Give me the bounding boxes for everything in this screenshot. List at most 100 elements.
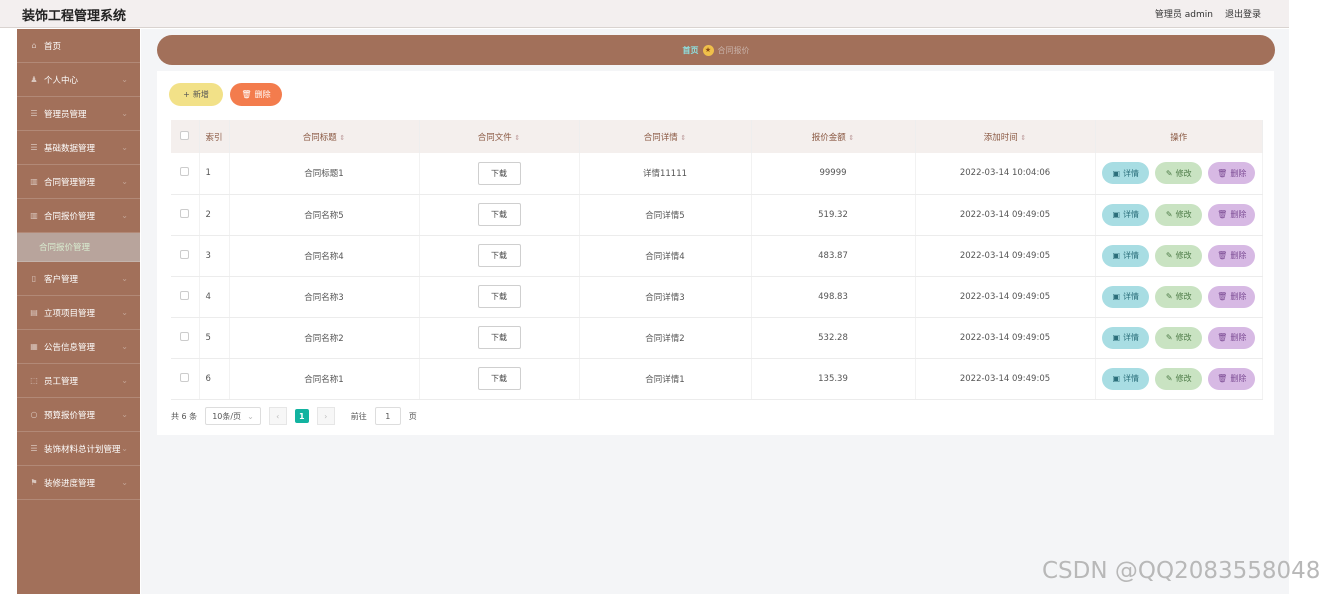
batch-delete-button[interactable]: 🗑 删除	[230, 83, 282, 106]
sidebar-item[interactable]: ⬚ 员工管理 ⌄	[17, 364, 140, 398]
breadcrumb-home[interactable]: 首页	[683, 45, 699, 56]
sidebar-item[interactable]: ▦ 公告信息管理 ⌄	[17, 330, 140, 364]
cell-index: 2	[199, 194, 230, 236]
table-header-row: 索引 合同标题 ⇕ 合同文件 ⇕ 合同详情 ⇕ 报价金额 ⇕ 添加时间 ⇕ 操作	[171, 120, 1263, 153]
row-checkbox[interactable]	[180, 331, 190, 341]
row-checkbox[interactable]	[180, 290, 190, 300]
cell-file: 下载	[419, 358, 580, 400]
page-number-current[interactable]: 1	[294, 409, 309, 423]
edit-button[interactable]: ✎ 修改	[1155, 285, 1203, 308]
header-title[interactable]: 合同标题 ⇕	[229, 120, 420, 153]
plus-icon: +	[183, 90, 190, 99]
chevron-down-icon: ⌄	[121, 410, 128, 419]
page-size-select[interactable]: 10条/页 ⌄	[205, 407, 261, 425]
detail-button[interactable]: ▣ 详情	[1102, 367, 1150, 390]
edit-label: 修改	[1175, 292, 1192, 301]
sidebar-subitem-active[interactable]: 合同报价管理	[17, 233, 140, 262]
trash-icon: 🗑	[1217, 333, 1228, 342]
sidebar-item-label: 装饰材料总计划管理	[44, 444, 121, 455]
delete-button[interactable]: 🗑 删除	[1208, 326, 1256, 349]
download-button[interactable]: 下载	[477, 367, 521, 390]
row-checkbox[interactable]	[180, 208, 190, 218]
download-button[interactable]: 下载	[477, 326, 521, 349]
sidebar-item[interactable]: ☰ 基础数据管理 ⌄	[17, 131, 140, 165]
phone-icon: ▯	[31, 274, 37, 283]
cell-ops: ▣ 详情 ✎ 修改 🗑 删除	[1095, 358, 1263, 400]
row-check-cell	[171, 276, 200, 318]
sort-icon: ⇕	[1020, 133, 1027, 142]
detail-button[interactable]: ▣ 详情	[1102, 285, 1150, 308]
sort-icon: ⇕	[339, 133, 346, 142]
header-file[interactable]: 合同文件 ⇕	[419, 120, 580, 153]
edit-label: 修改	[1175, 168, 1192, 178]
logout-link[interactable]: 退出登录	[1225, 7, 1261, 20]
trash-icon: 🗑	[1217, 374, 1228, 383]
detail-label: 详情	[1123, 210, 1140, 219]
edit-icon: ✎	[1165, 374, 1173, 383]
detail-button[interactable]: ▣ 详情	[1102, 162, 1150, 185]
detail-button[interactable]: ▣ 详情	[1102, 244, 1150, 267]
detail-button[interactable]: ▣ 详情	[1102, 326, 1150, 349]
cell-time: 2022-03-14 09:49:05	[915, 194, 1096, 236]
cell-amount: 135.39	[751, 358, 916, 400]
sidebar-item-label: 管理员管理	[44, 109, 87, 120]
add-button[interactable]: + 新增	[169, 83, 223, 106]
delete-button[interactable]: 🗑 删除	[1208, 203, 1256, 226]
prev-page-button[interactable]: ‹	[268, 407, 287, 425]
header-amount[interactable]: 报价金额 ⇕	[751, 120, 916, 153]
edit-button[interactable]: ✎ 修改	[1155, 203, 1203, 226]
sidebar-item[interactable]: ☰ 管理员管理 ⌄	[17, 97, 140, 131]
download-button[interactable]: 下载	[477, 161, 521, 185]
sidebar-item[interactable]: ▥ 合同管理管理 ⌄	[17, 165, 140, 199]
sidebar-item[interactable]: ☰ 装饰材料总计划管理 ⌄	[17, 432, 140, 466]
edit-button[interactable]: ✎ 修改	[1155, 244, 1203, 267]
download-button[interactable]: 下载	[477, 203, 521, 226]
sidebar-item[interactable]: ⌂ 首页	[17, 29, 140, 63]
delete-button[interactable]: 🗑 删除	[1208, 244, 1256, 267]
row-checkbox[interactable]	[180, 372, 190, 382]
chevron-down-icon: ⌄	[121, 211, 128, 220]
sidebar-item[interactable]: ♟ 个人中心 ⌄	[17, 63, 140, 97]
chevron-down-icon: ⌄	[121, 274, 128, 283]
select-all-checkbox[interactable]	[180, 130, 190, 140]
header-time[interactable]: 添加时间 ⇕	[915, 120, 1096, 153]
sidebar-item-label: 个人中心	[44, 75, 79, 86]
delete-label: 删除	[1230, 292, 1247, 301]
row-checkbox[interactable]	[180, 167, 190, 177]
cell-amount: 519.32	[751, 194, 916, 236]
cell-time: 2022-03-14 09:49:05	[915, 317, 1096, 359]
cell-index: 3	[199, 235, 230, 277]
header-detail-label: 合同详情	[643, 132, 678, 143]
detail-icon: ▣	[1112, 210, 1121, 219]
delete-button[interactable]: 🗑 删除	[1208, 367, 1256, 390]
doc-icon: ▦	[30, 342, 38, 351]
sidebar: ⌂ 首页 ♟ 个人中心 ⌄ ☰ 管理员管理 ⌄ ☰ 基础数据管理 ⌄ ▥ 合同管理管理 ⌄ ▥ 合同报价管理 ⌄…	[17, 29, 140, 594]
table-row: 1 合同标题1 下载 详情11111 99999 2022-03-14 10:04:06 ▣…	[171, 153, 1263, 195]
header-detail[interactable]: 合同详情 ⇕	[579, 120, 752, 153]
next-page-button[interactable]: ›	[316, 407, 335, 425]
detail-label: 详情	[1123, 333, 1140, 342]
goto-page-input[interactable]: 1	[374, 407, 401, 425]
sidebar-item[interactable]: ▤ 立项项目管理 ⌄	[17, 296, 140, 330]
chevron-down-icon: ⌄	[121, 308, 128, 317]
row-checkbox[interactable]	[180, 249, 190, 259]
detail-button[interactable]: ▣ 详情	[1102, 203, 1150, 226]
detail-label: 详情	[1123, 374, 1140, 383]
cell-detail: 合同详情2	[579, 317, 752, 359]
edit-button[interactable]: ✎ 修改	[1155, 162, 1203, 185]
sidebar-item-label: 立项项目管理	[44, 308, 96, 319]
download-button[interactable]: 下载	[477, 244, 521, 267]
delete-button[interactable]: 🗑 删除	[1208, 162, 1256, 185]
edit-label: 修改	[1175, 374, 1192, 383]
sidebar-item[interactable]: ▯ 客户管理 ⌄	[17, 262, 140, 296]
sidebar-item[interactable]: ▥ 合同报价管理 ⌄	[17, 199, 140, 233]
delete-label: 删除	[1230, 251, 1247, 260]
edit-icon: ✎	[1165, 333, 1173, 342]
sidebar-item[interactable]: ○ 预算报价管理 ⌄	[17, 398, 140, 432]
edit-button[interactable]: ✎ 修改	[1155, 326, 1203, 349]
cell-title: 合同标题1	[229, 153, 420, 195]
sidebar-item[interactable]: ⚑ 装修进度管理 ⌄	[17, 466, 140, 500]
delete-button[interactable]: 🗑 删除	[1208, 285, 1256, 308]
edit-button[interactable]: ✎ 修改	[1155, 367, 1203, 390]
download-button[interactable]: 下载	[477, 285, 521, 308]
